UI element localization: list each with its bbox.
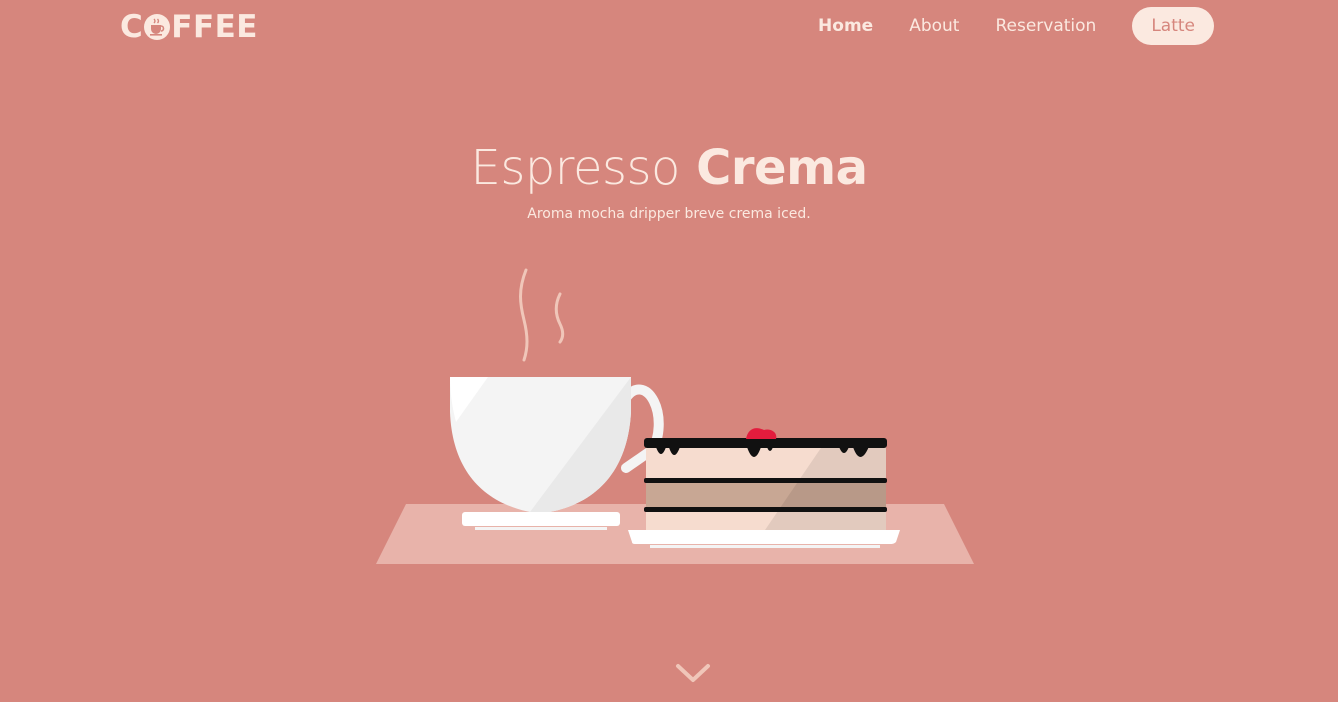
coffee-cup-and-cake-illustration (376, 268, 974, 564)
main-nav: Home About Reservation Latte (782, 7, 1214, 45)
hero-subtitle: Aroma mocha dripper breve crema iced. (527, 206, 811, 222)
cake-stripe-2 (644, 507, 887, 512)
nav-item-about[interactable]: About (909, 16, 959, 36)
cake-plate-base (650, 545, 880, 548)
hero-title-light: Espresso (470, 140, 681, 196)
logo-text-prefix: C (120, 9, 144, 45)
cake-plate (628, 530, 900, 544)
nav-item-reservation[interactable]: Reservation (995, 16, 1096, 36)
coffee-cup-icon (144, 14, 171, 40)
latte-button[interactable]: Latte (1132, 7, 1214, 45)
cup-saucer (462, 512, 620, 526)
strawberry (746, 428, 777, 439)
cake-chocolate-top (644, 438, 887, 448)
hero-title-bold: Crema (696, 140, 868, 196)
steam-right (554, 292, 565, 344)
brand-logo[interactable]: C FFEE (120, 8, 258, 46)
hero-title: Espresso Crema (0, 140, 1338, 196)
chevron-down-icon[interactable] (674, 660, 712, 686)
cake-stripe-1 (644, 478, 887, 483)
cup-saucer-base (475, 527, 607, 530)
nav-item-home[interactable]: Home (818, 16, 873, 36)
logo-text-suffix: FFEE (171, 9, 258, 45)
steam-left (519, 268, 529, 362)
